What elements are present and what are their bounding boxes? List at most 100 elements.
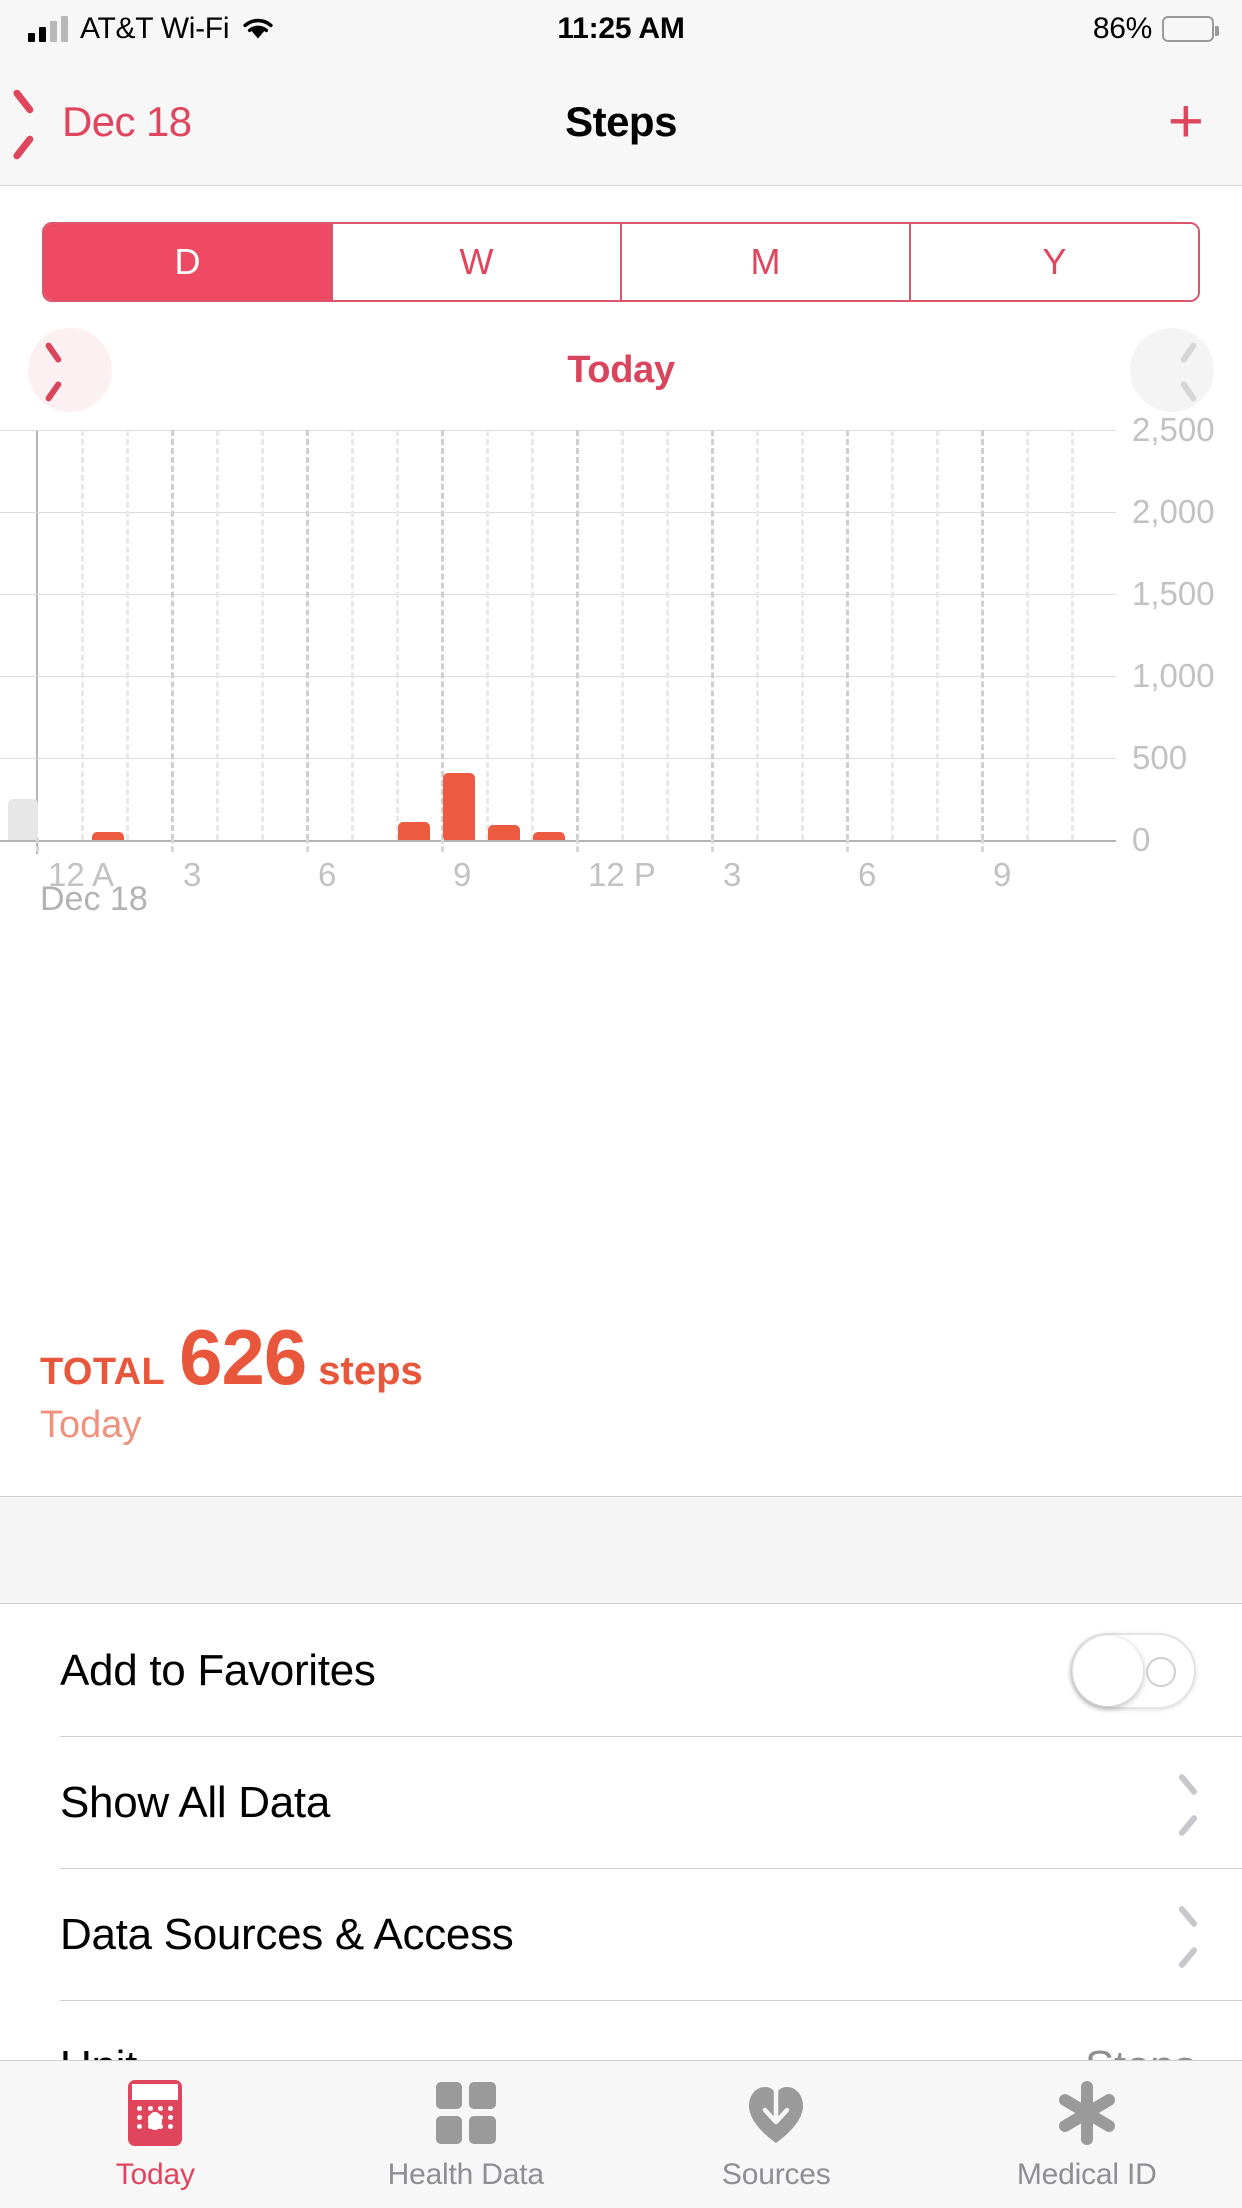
- chart-y-tick-label: 0: [1132, 821, 1150, 859]
- row-label: Add to Favorites: [60, 1646, 376, 1696]
- clock-label: 11:25 AM: [557, 12, 684, 45]
- chart-vertical-gridline: [936, 430, 939, 840]
- battery-percent-label: 86%: [1093, 12, 1152, 46]
- chart-vertical-gridline: [981, 430, 984, 840]
- add-data-button[interactable]: +: [1168, 58, 1242, 185]
- chart-vertical-gridline: [801, 430, 804, 840]
- total-unit: steps: [318, 1349, 423, 1394]
- chart-y-axis-labels: 05001,0001,5002,0002,500: [1124, 424, 1242, 844]
- status-bar: AT&T Wi-Fi 11:25 AM 86%: [0, 0, 1242, 58]
- tab-label: Sources: [722, 2158, 831, 2192]
- tab-health-data[interactable]: Health Data: [311, 2061, 622, 2208]
- chart-x-tick-label: 12 P: [588, 856, 656, 894]
- navigation-bar: Dec 18 Steps +: [0, 58, 1242, 186]
- segment-year[interactable]: Y: [911, 224, 1198, 300]
- total-value: 626: [179, 1318, 306, 1396]
- steps-chart[interactable]: 05001,0001,5002,0002,500 12 A36912 P369: [0, 424, 1242, 894]
- chart-vertical-gridline: [351, 430, 354, 840]
- favorites-toggle[interactable]: [1070, 1633, 1196, 1709]
- toggle-knob: [1073, 1636, 1143, 1706]
- chart-vertical-gridline: [846, 430, 849, 840]
- chart-vertical-gridline: [711, 430, 714, 840]
- chart-vertical-gridline: [1026, 430, 1029, 840]
- chart-y-tick-label: 500: [1132, 739, 1187, 777]
- chevron-right-icon: [1176, 1917, 1196, 1953]
- chart-y-tick-label: 2,500: [1132, 411, 1215, 449]
- wifi-icon: [241, 16, 275, 42]
- row-label: Show All Data: [60, 1778, 330, 1828]
- tab-label: Medical ID: [1017, 2158, 1157, 2192]
- chart-vertical-gridline: [126, 430, 129, 840]
- asterisk-icon: [1052, 2078, 1122, 2148]
- chart-vertical-gridline: [756, 430, 759, 840]
- chart-vertical-gridline: [261, 430, 264, 840]
- calendar-icon: [120, 2078, 190, 2148]
- chart-x-tick-label: 9: [993, 856, 1011, 894]
- carrier-label: AT&T Wi-Fi: [80, 12, 229, 46]
- chart-x-tick-label: 9: [453, 856, 471, 894]
- chart-vertical-gridline: [171, 430, 174, 840]
- segment-month[interactable]: M: [622, 224, 911, 300]
- chevron-right-icon: [1162, 352, 1182, 388]
- chart-vertical-gridline: [576, 430, 579, 840]
- chart-vertical-gridline: [621, 430, 624, 840]
- status-bar-right: 86%: [1093, 12, 1214, 46]
- row-data-sources-access[interactable]: Data Sources & Access: [0, 1869, 1242, 2001]
- chart-vertical-gridline: [81, 430, 84, 840]
- chart-vertical-gridline: [216, 430, 219, 840]
- total-summary: TOTAL 626 steps Today: [40, 1318, 423, 1447]
- chart-x-tick-label: 3: [183, 856, 201, 894]
- chart-gridline: [0, 758, 1116, 759]
- section-spacer: [0, 1496, 1242, 1604]
- chart-vertical-gridline: [486, 430, 489, 840]
- chart-x-tick-label: 6: [858, 856, 876, 894]
- heart-download-icon: [741, 2078, 811, 2148]
- settings-list: Add to Favorites Show All Data Data Sour…: [0, 1605, 1242, 2133]
- row-label: Data Sources & Access: [60, 1910, 513, 1960]
- row-add-to-favorites[interactable]: Add to Favorites: [0, 1605, 1242, 1737]
- grid-icon: [431, 2078, 501, 2148]
- chart-vertical-gridline: [666, 430, 669, 840]
- chart-gridline: [0, 512, 1116, 513]
- chart-vertical-gridline: [531, 430, 534, 840]
- tab-medical-id[interactable]: Medical ID: [932, 2061, 1242, 2208]
- chevron-right-icon: [1176, 1785, 1196, 1821]
- signal-bars-icon: [28, 16, 68, 42]
- total-subtitle: Today: [40, 1404, 423, 1447]
- tab-label: Today: [116, 2158, 195, 2192]
- total-label: TOTAL: [40, 1351, 165, 1394]
- chart-vertical-gridline: [396, 430, 399, 840]
- period-segmented-control[interactable]: D W M Y: [42, 222, 1200, 302]
- chart-date-caption: Dec 18: [40, 880, 148, 919]
- current-date-label: Today: [0, 349, 1242, 392]
- tab-bar: Today Health Data Sources: [0, 2060, 1242, 2208]
- segment-day[interactable]: D: [44, 224, 333, 300]
- chart-plot-area[interactable]: [0, 430, 1116, 840]
- chart-vertical-gridline: [891, 430, 894, 840]
- status-bar-left: AT&T Wi-Fi: [28, 12, 275, 46]
- chart-y-tick-label: 1,500: [1132, 575, 1215, 613]
- segment-week[interactable]: W: [333, 224, 622, 300]
- chart-vertical-gridline: [1071, 430, 1074, 840]
- tab-today[interactable]: Today: [0, 2061, 311, 2208]
- chart-y-axis-line: [36, 430, 38, 854]
- chart-x-tick-label: 3: [723, 856, 741, 894]
- chart-y-tick-label: 2,000: [1132, 493, 1215, 531]
- battery-icon: [1162, 16, 1214, 42]
- chart-bar[interactable]: [443, 773, 475, 840]
- chart-y-tick-label: 1,000: [1132, 657, 1215, 695]
- chart-bar-previous: [8, 799, 38, 840]
- chart-vertical-gridline: [306, 430, 309, 840]
- tab-sources[interactable]: Sources: [621, 2061, 932, 2208]
- chart-gridline: [0, 676, 1116, 677]
- chart-x-tick-label: 6: [318, 856, 336, 894]
- chart-x-axis-labels: 12 A36912 P369: [0, 848, 1116, 900]
- total-line: TOTAL 626 steps: [40, 1318, 423, 1396]
- date-navigator: Today: [0, 322, 1242, 418]
- toggle-off-ring-icon: [1146, 1657, 1176, 1687]
- row-show-all-data[interactable]: Show All Data: [0, 1737, 1242, 1869]
- page-title: Steps: [0, 98, 1242, 146]
- tab-label: Health Data: [388, 2158, 544, 2192]
- chart-gridline: [0, 430, 1116, 431]
- chart-gridline: [0, 594, 1116, 595]
